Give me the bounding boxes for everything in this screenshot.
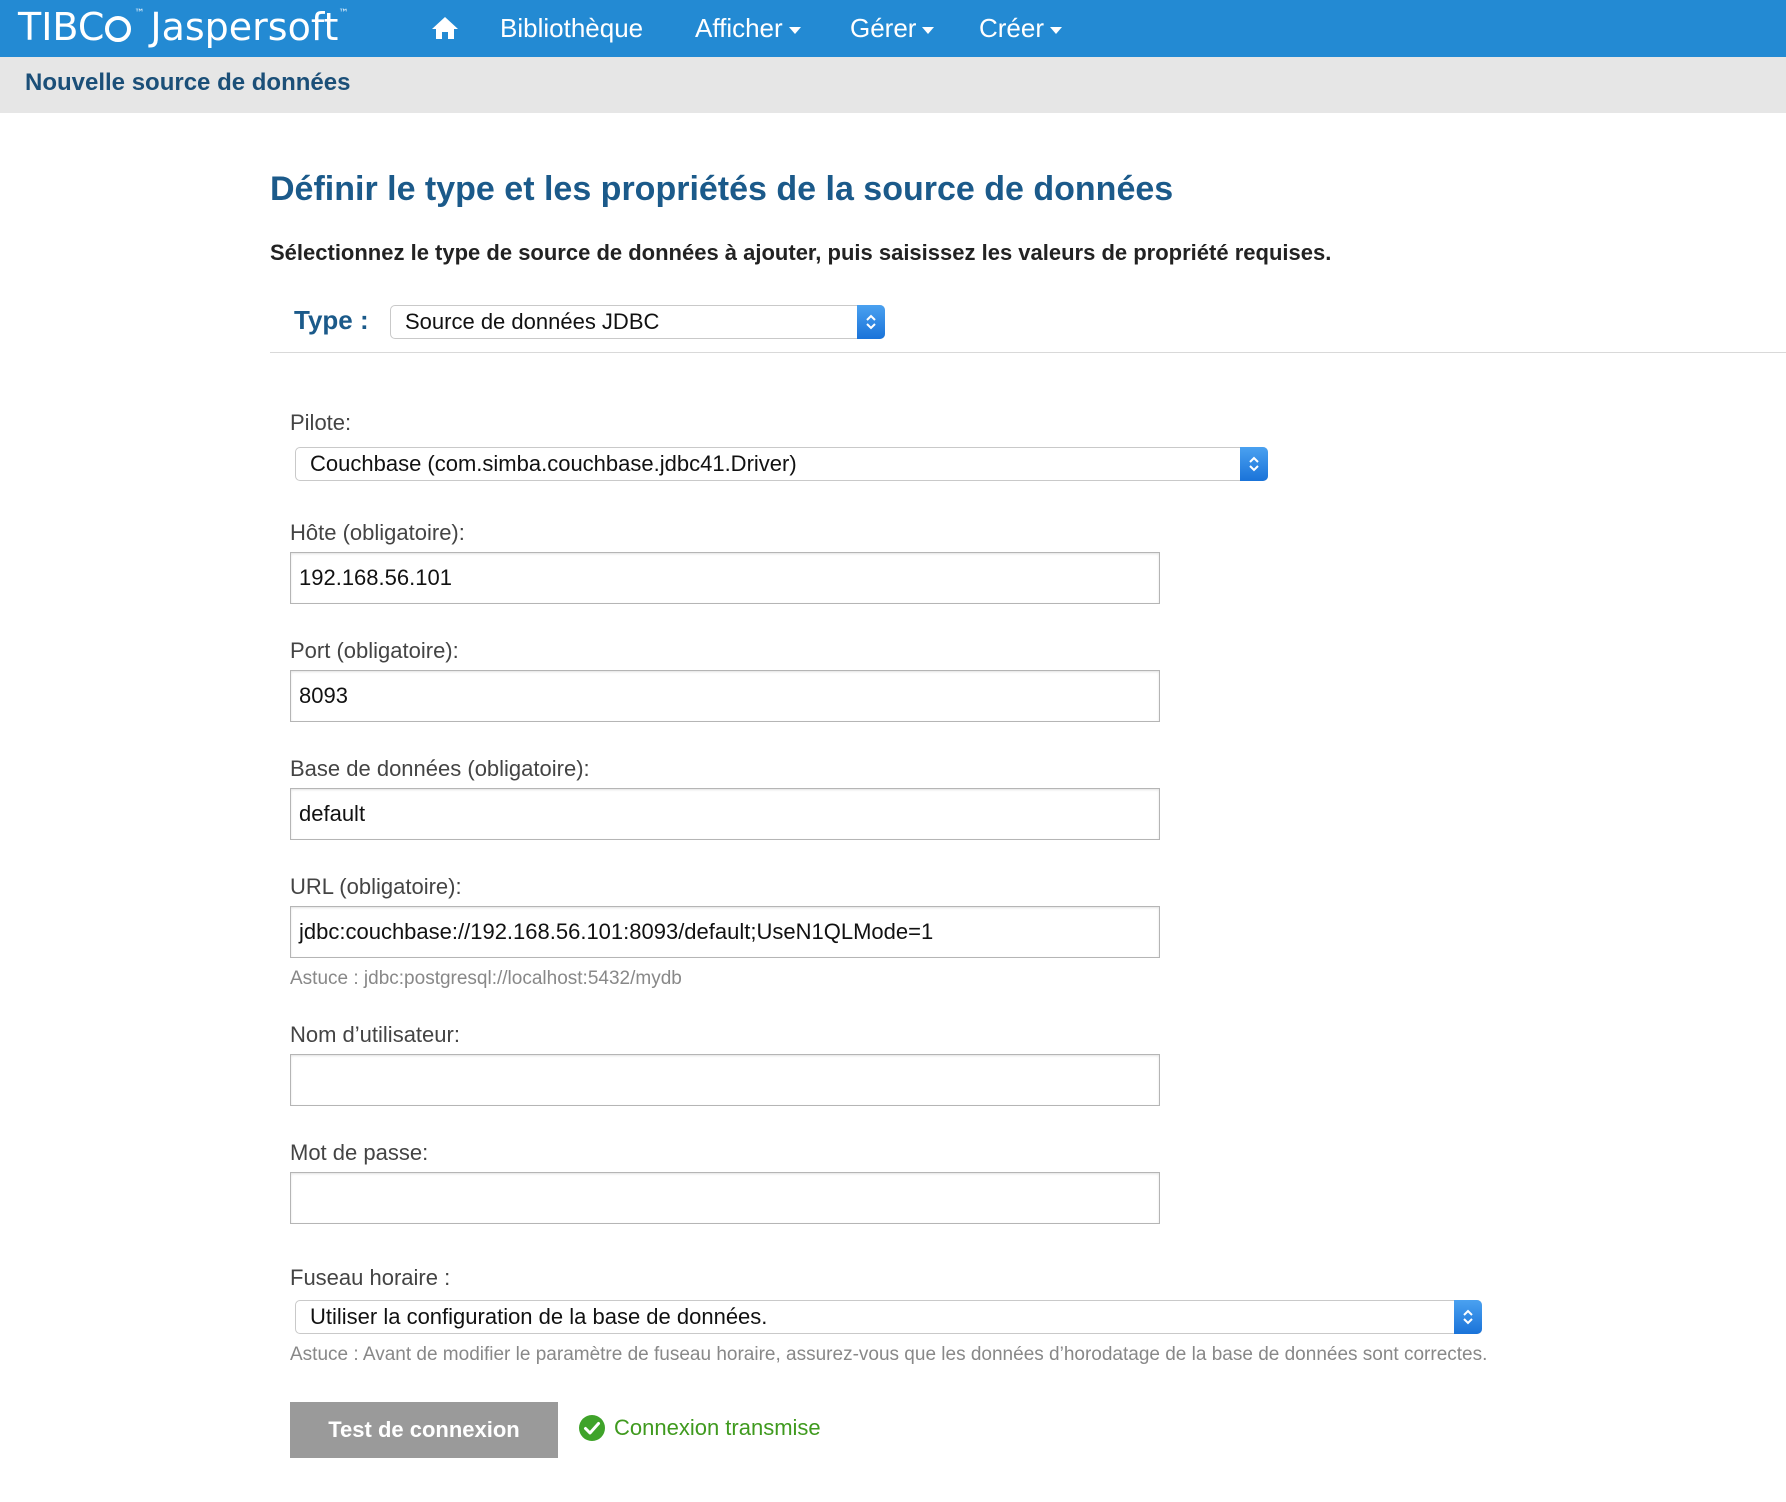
type-select-value: Source de données JDBC — [405, 309, 660, 334]
page-title: Nouvelle source de données — [25, 69, 351, 96]
url-field[interactable]: jdbc:couchbase://192.168.56.101:8093/def… — [290, 906, 1160, 958]
host-field[interactable]: 192.168.56.101 — [290, 552, 1160, 604]
url-hint: Astuce : jdbc:postgresql://localhost:543… — [290, 968, 682, 989]
nav-creer[interactable]: Créer — [979, 10, 1063, 46]
driver-label: Pilote: — [290, 410, 352, 435]
nav-bibliotheque[interactable]: Bibliothèque — [500, 10, 643, 46]
select-stepper-icon — [857, 305, 885, 339]
timezone-select[interactable]: Utiliser la configuration de la base de … — [295, 1300, 1482, 1334]
host-label: Hôte (obligatoire): — [290, 520, 465, 545]
chevron-down-icon — [788, 26, 801, 34]
logo-o-ring-icon — [105, 16, 132, 42]
timezone-hint: Astuce : Avant de modifier le paramètre … — [290, 1344, 1488, 1365]
nav-afficher-label: Afficher — [695, 13, 783, 43]
chevron-down-icon — [1050, 26, 1063, 34]
page-title-bar: Nouvelle source de données — [0, 57, 1786, 113]
url-label: URL (obligatoire): — [290, 874, 462, 899]
password-field[interactable] — [290, 1172, 1160, 1224]
logo-trademark: ™ — [134, 7, 145, 19]
divider — [270, 352, 1786, 353]
port-label: Port (obligatoire): — [290, 638, 459, 663]
database-field[interactable]: default — [290, 788, 1160, 840]
connection-status: Connexion transmise — [578, 1414, 821, 1442]
instructions-text: Sélectionnez le type de source de donnée… — [270, 240, 1332, 265]
home-icon[interactable] — [430, 15, 460, 41]
chevron-down-icon — [922, 26, 935, 34]
section-heading: Définir le type et les propriétés de la … — [270, 170, 1174, 208]
username-label: Nom d’utilisateur: — [290, 1022, 460, 1047]
logo-trademark-2: ™ — [338, 7, 349, 19]
logo-tibco-text: TIBC — [18, 5, 105, 49]
select-stepper-icon — [1454, 1300, 1482, 1334]
driver-select[interactable]: Couchbase (com.simba.couchbase.jdbc41.Dr… — [295, 447, 1268, 481]
tibco-jaspersoft-logo[interactable]: TIBC ™ Jaspersoft ™ — [18, 2, 348, 52]
top-nav-bar: TIBC ™ Jaspersoft ™ Bibliothèque Affiche… — [0, 0, 1786, 57]
timezone-select-value: Utiliser la configuration de la base de … — [310, 1304, 768, 1329]
nav-gerer-label: Gérer — [850, 13, 917, 43]
password-label: Mot de passe: — [290, 1140, 429, 1165]
nav-creer-label: Créer — [979, 13, 1045, 43]
nav-bibliotheque-label: Bibliothèque — [500, 13, 644, 43]
success-check-icon — [579, 1415, 605, 1441]
logo-jaspersoft-text: Jaspersoft — [150, 5, 339, 49]
nav-afficher[interactable]: Afficher — [695, 10, 801, 46]
port-field[interactable]: 8093 — [290, 670, 1160, 722]
type-label: Type : — [294, 305, 369, 335]
nav-gerer[interactable]: Gérer — [850, 10, 935, 46]
type-select[interactable]: Source de données JDBC — [390, 305, 885, 339]
select-stepper-icon — [1240, 447, 1268, 481]
username-field[interactable] — [290, 1054, 1160, 1106]
driver-select-value: Couchbase (com.simba.couchbase.jdbc41.Dr… — [310, 451, 797, 476]
connection-status-text: Connexion transmise — [614, 1415, 821, 1440]
database-label: Base de données (obligatoire): — [290, 756, 590, 781]
timezone-label: Fuseau horaire : — [290, 1265, 451, 1290]
test-connection-button[interactable]: Test de connexion — [290, 1402, 558, 1458]
